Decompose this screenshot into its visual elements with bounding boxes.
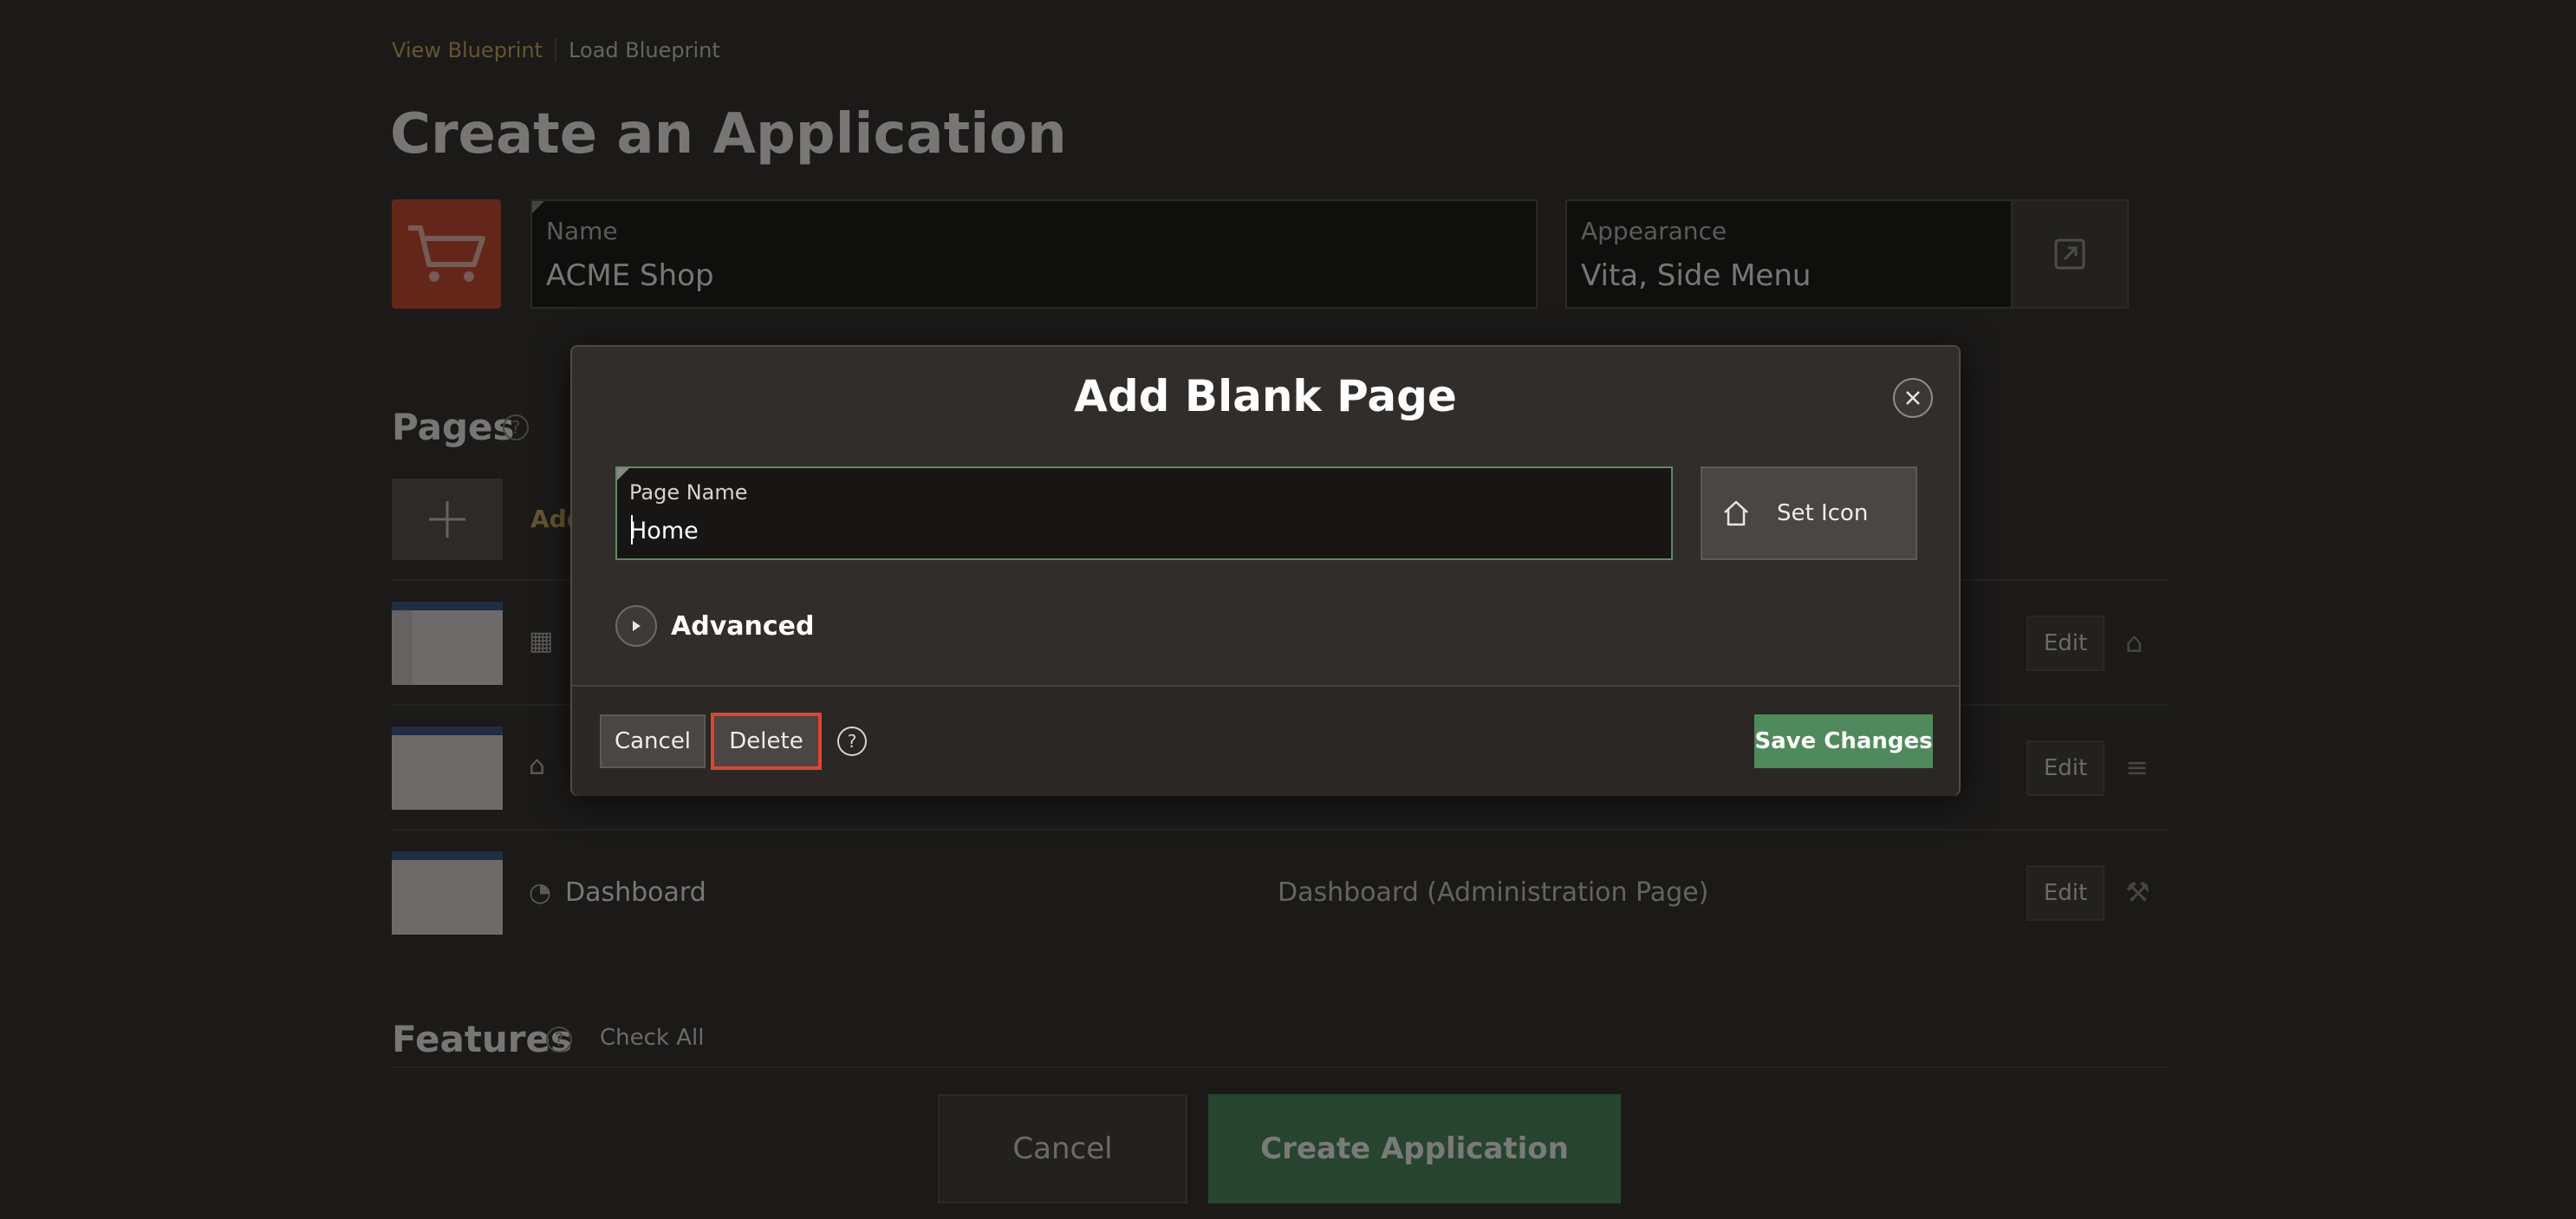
page-name-field[interactable]: Page Name	[615, 466, 1673, 560]
advanced-label: Advanced	[671, 610, 815, 642]
add-blank-page-dialog: Add Blank Page Page Name Set Icon Advanc…	[570, 345, 1961, 796]
save-changes-button[interactable]: Save Changes	[1754, 714, 1933, 768]
set-icon-button[interactable]: Set Icon	[1701, 466, 1917, 560]
home-icon	[1724, 500, 1748, 526]
play-triangle-icon	[633, 621, 641, 631]
close-dialog-button[interactable]	[1893, 378, 1933, 418]
advanced-section-toggle[interactable]: Advanced	[615, 605, 814, 647]
dialog-title: Add Blank Page	[1074, 371, 1457, 421]
required-marker	[617, 468, 629, 480]
dialog-cancel-button[interactable]: Cancel	[600, 714, 706, 768]
close-icon	[1906, 391, 1920, 405]
delete-button[interactable]: Delete	[711, 713, 822, 770]
page-name-input[interactable]	[629, 510, 1626, 551]
help-icon[interactable]: ?	[837, 727, 867, 756]
text-cursor	[631, 515, 633, 544]
dialog-footer: Cancel Delete ? Save Changes	[572, 685, 1959, 796]
page-name-label: Page Name	[629, 480, 748, 505]
set-icon-label: Set Icon	[1777, 500, 1869, 526]
expand-toggle[interactable]	[615, 605, 657, 647]
